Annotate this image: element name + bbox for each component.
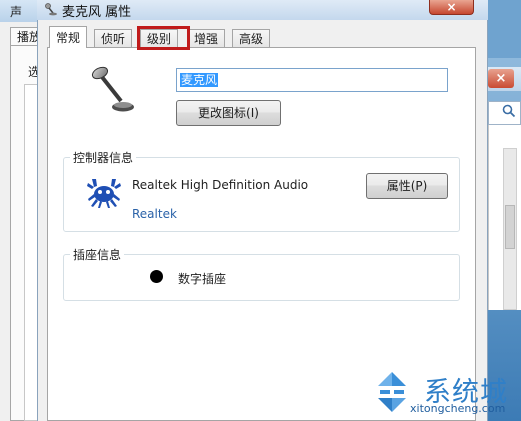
explorer-scrollbar-thumb[interactable] bbox=[505, 205, 515, 249]
microphone-large-icon bbox=[91, 66, 134, 112]
controller-name: Realtek High Definition Audio bbox=[132, 178, 309, 192]
device-name-input[interactable]: 麦克风 bbox=[176, 68, 448, 92]
change-icon-button[interactable]: 更改图标(I) bbox=[176, 100, 281, 126]
vendor-link[interactable]: Realtek bbox=[132, 207, 177, 221]
device-name-value: 麦克风 bbox=[180, 73, 219, 87]
tab-listen[interactable]: 侦听 bbox=[94, 29, 133, 47]
sound-dialog-title: 声 bbox=[10, 5, 23, 19]
close-button[interactable]: × bbox=[429, 0, 474, 15]
dialog-title: 麦克风 属性 bbox=[62, 5, 132, 20]
tab-enhancements[interactable]: 增强 bbox=[187, 29, 226, 47]
tab-levels-highlight bbox=[137, 26, 190, 50]
jack-color-indicator bbox=[150, 270, 163, 283]
properties-button[interactable]: 属性(P) bbox=[366, 173, 448, 199]
jack-label: 数字插座 bbox=[178, 272, 227, 286]
explorer-close-button[interactable]: × bbox=[488, 69, 514, 88]
realtek-crab-icon bbox=[87, 179, 121, 208]
watermark-text-en: xitongcheng.com bbox=[410, 402, 506, 415]
microphone-icon bbox=[45, 3, 57, 16]
controller-info-label: 控制器信息 bbox=[70, 149, 137, 166]
jack-info-label: 插座信息 bbox=[70, 246, 125, 263]
tab-general[interactable]: 常规 bbox=[49, 26, 88, 48]
search-icon[interactable] bbox=[502, 104, 516, 118]
tab-advanced[interactable]: 高级 bbox=[232, 29, 271, 47]
